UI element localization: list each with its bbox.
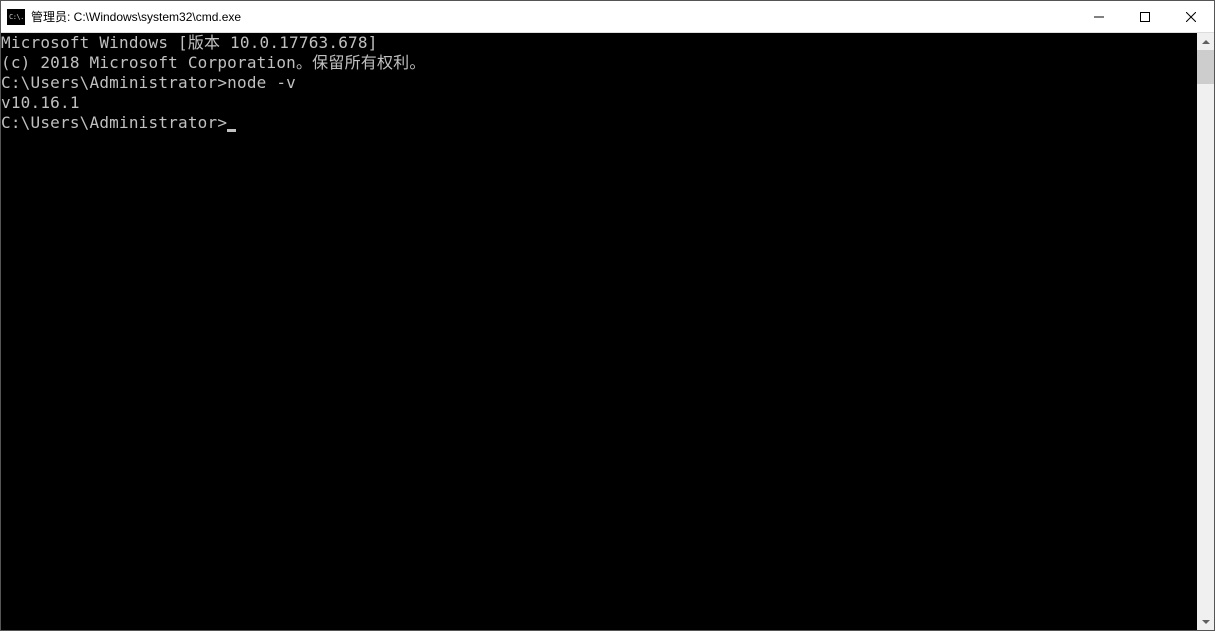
window-title: 管理员: C:\Windows\system32\cmd.exe bbox=[31, 8, 241, 25]
prompt-command: node -v bbox=[227, 73, 296, 92]
vertical-scrollbar[interactable] bbox=[1197, 33, 1214, 630]
scrollbar-thumb[interactable] bbox=[1197, 50, 1214, 84]
chevron-down-icon bbox=[1202, 620, 1210, 624]
close-button[interactable] bbox=[1168, 1, 1214, 32]
maximize-icon bbox=[1140, 12, 1150, 22]
titlebar[interactable]: C:\. 管理员: C:\Windows\system32\cmd.exe bbox=[1, 1, 1214, 33]
console-line-copyright: (c) 2018 Microsoft Corporation。保留所有权利。 bbox=[1, 53, 1197, 73]
close-icon bbox=[1186, 12, 1196, 22]
console-line-version: Microsoft Windows [版本 10.0.17763.678] bbox=[1, 33, 1197, 53]
window-controls bbox=[1076, 1, 1214, 32]
prompt-path: C:\Users\Administrator> bbox=[1, 73, 227, 92]
cmd-icon: C:\. bbox=[7, 9, 25, 25]
minimize-icon bbox=[1094, 12, 1104, 22]
maximize-button[interactable] bbox=[1122, 1, 1168, 32]
scroll-down-arrow[interactable] bbox=[1197, 613, 1214, 630]
cmd-window: C:\. 管理员: C:\Windows\system32\cmd.exe Mi… bbox=[0, 0, 1215, 631]
content-wrap: Microsoft Windows [版本 10.0.17763.678](c)… bbox=[1, 33, 1214, 630]
console-area[interactable]: Microsoft Windows [版本 10.0.17763.678](c)… bbox=[1, 33, 1197, 630]
console-prompt-1: C:\Users\Administrator>node -v bbox=[1, 73, 1197, 93]
cursor bbox=[227, 129, 236, 132]
scroll-up-arrow[interactable] bbox=[1197, 33, 1214, 50]
cmd-icon-text: C:\. bbox=[9, 13, 24, 21]
console-output-node-version: v10.16.1 bbox=[1, 93, 1197, 113]
titlebar-left: C:\. 管理员: C:\Windows\system32\cmd.exe bbox=[1, 8, 241, 25]
prompt-path: C:\Users\Administrator> bbox=[1, 113, 227, 132]
minimize-button[interactable] bbox=[1076, 1, 1122, 32]
chevron-up-icon bbox=[1202, 40, 1210, 44]
console-prompt-2: C:\Users\Administrator> bbox=[1, 113, 1197, 133]
